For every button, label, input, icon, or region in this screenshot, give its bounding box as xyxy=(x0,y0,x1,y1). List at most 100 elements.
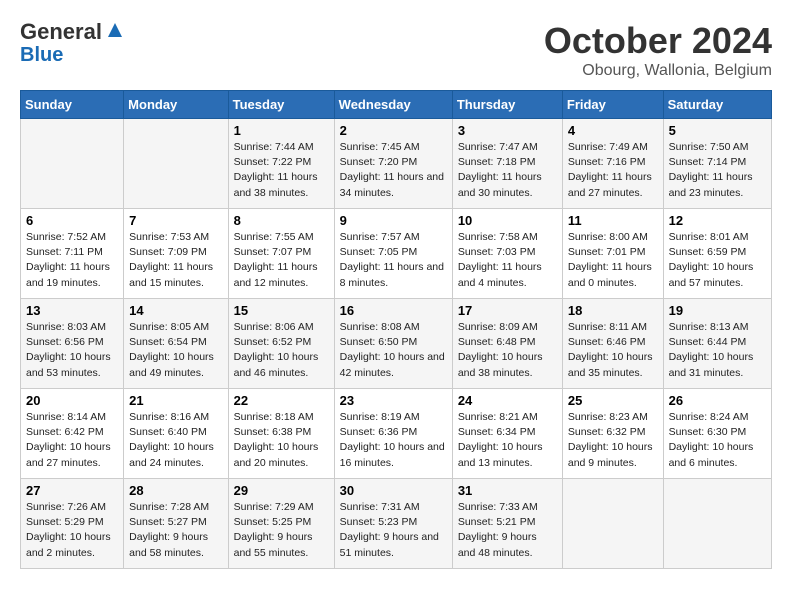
calendar-cell: 6Sunrise: 7:52 AM Sunset: 7:11 PM Daylig… xyxy=(21,209,124,299)
day-header-tuesday: Tuesday xyxy=(228,91,334,119)
calendar-cell xyxy=(21,119,124,209)
day-number: 15 xyxy=(234,303,329,318)
day-number: 24 xyxy=(458,393,557,408)
day-number: 25 xyxy=(568,393,658,408)
day-info: Sunrise: 8:09 AM Sunset: 6:48 PM Dayligh… xyxy=(458,320,557,381)
calendar-cell: 16Sunrise: 8:08 AM Sunset: 6:50 PM Dayli… xyxy=(334,299,452,389)
day-number: 3 xyxy=(458,123,557,138)
day-info: Sunrise: 7:28 AM Sunset: 5:27 PM Dayligh… xyxy=(129,500,222,561)
day-number: 10 xyxy=(458,213,557,228)
day-header-thursday: Thursday xyxy=(452,91,562,119)
calendar-cell: 21 Sunrise: 8:16 AM Sunset: 6:40 PM Dayli… xyxy=(124,389,228,479)
logo-blue: Blue xyxy=(20,44,63,66)
calendar-cell xyxy=(124,119,228,209)
day-info: Sunrise: 8:05 AM Sunset: 6:54 PM Dayligh… xyxy=(129,320,222,381)
day-info: Sunrise: 8:16 AM Sunset: 6:40 PM Dayligh… xyxy=(129,410,222,471)
day-number: 29 xyxy=(234,483,329,498)
day-number: 21 xyxy=(129,393,222,408)
day-number: 30 xyxy=(340,483,447,498)
calendar-cell: 27 Sunrise: 7:26 AM Sunset: 5:29 PM Dayli… xyxy=(21,479,124,569)
calendar-table: SundayMondayTuesdayWednesdayThursdayFrid… xyxy=(20,90,772,569)
calendar-cell: 29 Sunrise: 7:29 AM Sunset: 5:25 PM Dayli… xyxy=(228,479,334,569)
day-info: Sunrise: 7:58 AM Sunset: 7:03 PM Dayligh… xyxy=(458,230,557,291)
day-number: 27 xyxy=(26,483,118,498)
day-info: Sunrise: 8:01 AM Sunset: 6:59 PM Dayligh… xyxy=(669,230,766,291)
calendar-cell: 28 Sunrise: 7:28 AM Sunset: 5:27 PM Dayli… xyxy=(124,479,228,569)
calendar-cell: 1Sunrise: 7:44 AM Sunset: 7:22 PM Daylig… xyxy=(228,119,334,209)
day-number: 11 xyxy=(568,213,658,228)
calendar-cell: 17Sunrise: 8:09 AM Sunset: 6:48 PM Dayli… xyxy=(452,299,562,389)
calendar-cell xyxy=(562,479,663,569)
day-info: Sunrise: 7:33 AM Sunset: 5:21 PM Dayligh… xyxy=(458,500,557,561)
day-info: Sunrise: 8:00 AM Sunset: 7:01 PM Dayligh… xyxy=(568,230,658,291)
day-header-saturday: Saturday xyxy=(663,91,771,119)
day-info: Sunrise: 8:06 AM Sunset: 6:52 PM Dayligh… xyxy=(234,320,329,381)
day-info: Sunrise: 7:44 AM Sunset: 7:22 PM Dayligh… xyxy=(234,140,329,201)
day-header-friday: Friday xyxy=(562,91,663,119)
calendar-cell: 3 Sunrise: 7:47 AM Sunset: 7:18 PM Daylig… xyxy=(452,119,562,209)
calendar-cell: 24 Sunrise: 8:21 AM Sunset: 6:34 PM Dayli… xyxy=(452,389,562,479)
day-header-wednesday: Wednesday xyxy=(334,91,452,119)
calendar-cell: 31 Sunrise: 7:33 AM Sunset: 5:21 PM Dayli… xyxy=(452,479,562,569)
day-number: 26 xyxy=(669,393,766,408)
calendar-cell xyxy=(663,479,771,569)
day-info: Sunrise: 8:24 AM Sunset: 6:30 PM Dayligh… xyxy=(669,410,766,471)
day-number: 6 xyxy=(26,213,118,228)
calendar-week-1: 1Sunrise: 7:44 AM Sunset: 7:22 PM Daylig… xyxy=(21,119,772,209)
day-number: 31 xyxy=(458,483,557,498)
calendar-week-5: 27 Sunrise: 7:26 AM Sunset: 5:29 PM Dayli… xyxy=(21,479,772,569)
day-info: Sunrise: 8:11 AM Sunset: 6:46 PM Dayligh… xyxy=(568,320,658,381)
calendar-cell: 19 Sunrise: 8:13 AM Sunset: 6:44 PM Dayli… xyxy=(663,299,771,389)
calendar-cell: 18Sunrise: 8:11 AM Sunset: 6:46 PM Dayli… xyxy=(562,299,663,389)
calendar-cell: 25 Sunrise: 8:23 AM Sunset: 6:32 PM Dayli… xyxy=(562,389,663,479)
day-info: Sunrise: 8:18 AM Sunset: 6:38 PM Dayligh… xyxy=(234,410,329,471)
day-info: Sunrise: 7:47 AM Sunset: 7:18 PM Dayligh… xyxy=(458,140,557,201)
day-info: Sunrise: 8:03 AM Sunset: 6:56 PM Dayligh… xyxy=(26,320,118,381)
day-header-sunday: Sunday xyxy=(21,91,124,119)
day-info: Sunrise: 7:45 AM Sunset: 7:20 PM Dayligh… xyxy=(340,140,447,201)
calendar-cell: 26 Sunrise: 8:24 AM Sunset: 6:30 PM Dayli… xyxy=(663,389,771,479)
day-info: Sunrise: 7:57 AM Sunset: 7:05 PM Dayligh… xyxy=(340,230,447,291)
day-number: 4 xyxy=(568,123,658,138)
day-info: Sunrise: 8:23 AM Sunset: 6:32 PM Dayligh… xyxy=(568,410,658,471)
day-number: 28 xyxy=(129,483,222,498)
day-info: Sunrise: 8:08 AM Sunset: 6:50 PM Dayligh… xyxy=(340,320,447,381)
day-info: Sunrise: 7:31 AM Sunset: 5:23 PM Dayligh… xyxy=(340,500,447,561)
day-info: Sunrise: 7:26 AM Sunset: 5:29 PM Dayligh… xyxy=(26,500,118,561)
day-number: 9 xyxy=(340,213,447,228)
calendar-week-3: 13 Sunrise: 8:03 AM Sunset: 6:56 PM Dayli… xyxy=(21,299,772,389)
calendar-week-4: 20 Sunrise: 8:14 AM Sunset: 6:42 PM Dayli… xyxy=(21,389,772,479)
calendar-cell: 15 Sunrise: 8:06 AM Sunset: 6:52 PM Dayli… xyxy=(228,299,334,389)
calendar-cell: 13 Sunrise: 8:03 AM Sunset: 6:56 PM Dayli… xyxy=(21,299,124,389)
day-info: Sunrise: 8:14 AM Sunset: 6:42 PM Dayligh… xyxy=(26,410,118,471)
day-number: 20 xyxy=(26,393,118,408)
calendar-cell: 14 Sunrise: 8:05 AM Sunset: 6:54 PM Dayli… xyxy=(124,299,228,389)
calendar-cell: 22Sunrise: 8:18 AM Sunset: 6:38 PM Dayli… xyxy=(228,389,334,479)
logo-icon xyxy=(104,19,126,41)
day-header-monday: Monday xyxy=(124,91,228,119)
day-info: Sunrise: 7:49 AM Sunset: 7:16 PM Dayligh… xyxy=(568,140,658,201)
day-number: 14 xyxy=(129,303,222,318)
calendar-cell: 10 Sunrise: 7:58 AM Sunset: 7:03 PM Dayli… xyxy=(452,209,562,299)
day-number: 13 xyxy=(26,303,118,318)
calendar-cell: 12Sunrise: 8:01 AM Sunset: 6:59 PM Dayli… xyxy=(663,209,771,299)
calendar-cell: 9 Sunrise: 7:57 AM Sunset: 7:05 PM Daylig… xyxy=(334,209,452,299)
day-number: 7 xyxy=(129,213,222,228)
day-info: Sunrise: 8:13 AM Sunset: 6:44 PM Dayligh… xyxy=(669,320,766,381)
calendar-cell: 20 Sunrise: 8:14 AM Sunset: 6:42 PM Dayli… xyxy=(21,389,124,479)
day-info: Sunrise: 7:55 AM Sunset: 7:07 PM Dayligh… xyxy=(234,230,329,291)
day-number: 19 xyxy=(669,303,766,318)
calendar-cell: 7 Sunrise: 7:53 AM Sunset: 7:09 PM Daylig… xyxy=(124,209,228,299)
logo: General Blue xyxy=(20,20,126,66)
calendar-week-2: 6Sunrise: 7:52 AM Sunset: 7:11 PM Daylig… xyxy=(21,209,772,299)
day-info: Sunrise: 8:21 AM Sunset: 6:34 PM Dayligh… xyxy=(458,410,557,471)
title-block: October 2024 Obourg, Wallonia, Belgium xyxy=(544,20,772,80)
calendar-cell: 4 Sunrise: 7:49 AM Sunset: 7:16 PM Daylig… xyxy=(562,119,663,209)
calendar-cell: 2 Sunrise: 7:45 AM Sunset: 7:20 PM Daylig… xyxy=(334,119,452,209)
calendar-cell: 30 Sunrise: 7:31 AM Sunset: 5:23 PM Dayli… xyxy=(334,479,452,569)
day-info: Sunrise: 7:53 AM Sunset: 7:09 PM Dayligh… xyxy=(129,230,222,291)
day-info: Sunrise: 7:29 AM Sunset: 5:25 PM Dayligh… xyxy=(234,500,329,561)
month-title: October 2024 xyxy=(544,20,772,62)
day-number: 2 xyxy=(340,123,447,138)
day-info: Sunrise: 8:19 AM Sunset: 6:36 PM Dayligh… xyxy=(340,410,447,471)
